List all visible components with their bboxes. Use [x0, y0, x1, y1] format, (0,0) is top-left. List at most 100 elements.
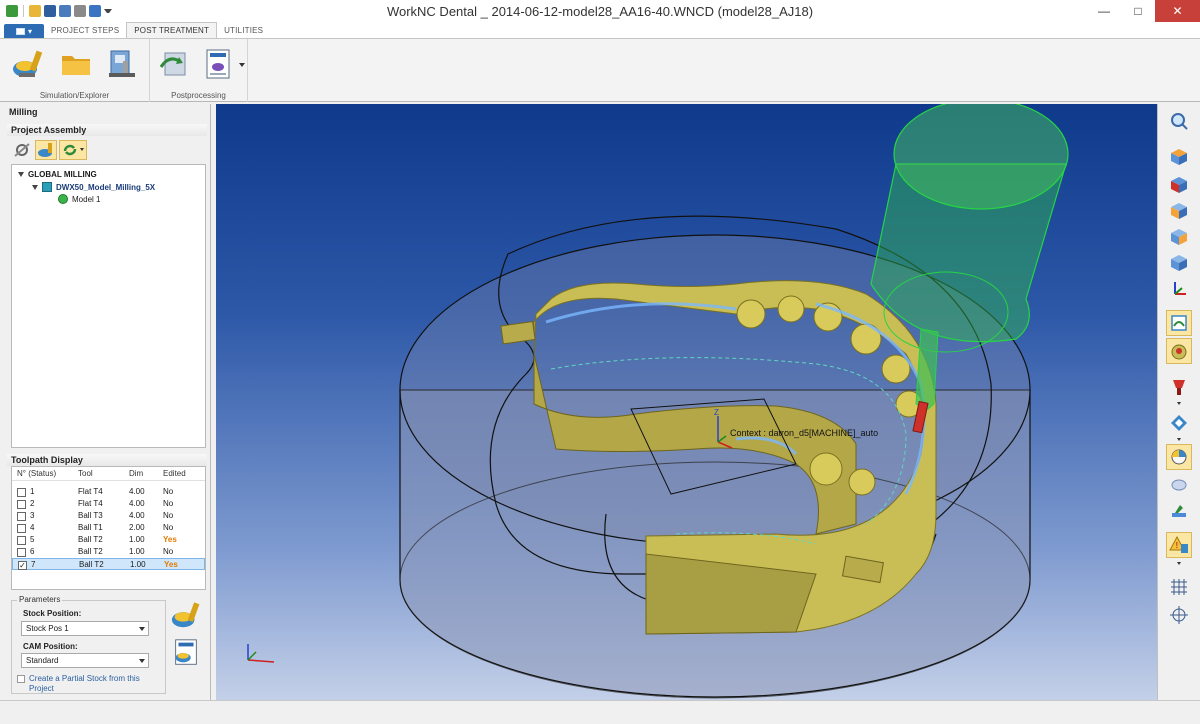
- stock-position-value: Stock Pos 1: [26, 624, 69, 633]
- recycle-icon: [63, 144, 84, 156]
- assembly-tool-dropdown-button[interactable]: [59, 140, 87, 160]
- row-number: 3: [30, 511, 35, 520]
- group-simulation-explorer: Simulation/Explorer: [0, 39, 150, 102]
- tab-project-steps[interactable]: PROJECT STEPS: [44, 22, 126, 38]
- view-iso-button[interactable]: [1166, 172, 1192, 198]
- expand-triangle-icon[interactable]: [18, 171, 24, 177]
- collision-dropdown-icon[interactable]: [1177, 562, 1181, 565]
- display-tool-button[interactable]: [1166, 374, 1192, 400]
- view-axes-button[interactable]: [1166, 276, 1192, 302]
- col-tool[interactable]: Tool: [78, 469, 93, 478]
- context-label: Context : datron_d5[MACHINE]_auto: [730, 428, 879, 438]
- toolpath-dropdown-icon[interactable]: [1177, 438, 1181, 441]
- assembly-tool-machine-button[interactable]: [35, 140, 57, 160]
- postprocess-button[interactable]: [156, 47, 192, 81]
- simulation-button[interactable]: [10, 47, 46, 81]
- row-checkbox[interactable]: [17, 500, 26, 509]
- display-clamp-button[interactable]: [1166, 498, 1192, 524]
- view-top-button[interactable]: [1166, 144, 1192, 170]
- app-check-icon[interactable]: [6, 5, 18, 17]
- table-row[interactable]: 4 Ball T1 2.00 No: [12, 522, 205, 534]
- row-checkbox[interactable]: [17, 548, 26, 557]
- open-folder-icon[interactable]: [29, 5, 41, 17]
- view-right-button[interactable]: [1166, 250, 1192, 276]
- postprocess-report-button[interactable]: [200, 47, 236, 81]
- minimize-button[interactable]: —: [1087, 0, 1121, 22]
- tool-explorer-button[interactable]: [104, 47, 140, 81]
- file-menu-icon: [15, 27, 25, 35]
- display-toolpath-button[interactable]: [1166, 410, 1192, 436]
- table-row[interactable]: 2 Flat T4 4.00 No: [12, 498, 205, 510]
- wrench-icon[interactable]: [74, 5, 86, 17]
- part-icon: [1171, 344, 1187, 360]
- table-row[interactable]: 3 Ball T3 4.00 No: [12, 510, 205, 522]
- row-checkbox[interactable]: [17, 512, 26, 521]
- table-row[interactable]: 6 Ball T2 1.00 No: [12, 546, 205, 558]
- help-icon[interactable]: [89, 5, 101, 17]
- run-report-button[interactable]: [168, 636, 204, 670]
- save-icon[interactable]: [44, 5, 56, 17]
- clamp-icon: [1172, 505, 1186, 517]
- display-machine-button[interactable]: [1166, 444, 1192, 470]
- view-left-button[interactable]: [1166, 224, 1192, 250]
- col-edited[interactable]: Edited: [163, 469, 186, 478]
- checkbox-box[interactable]: [17, 675, 25, 683]
- row-edited: No: [163, 511, 174, 520]
- collision-check-button[interactable]: !: [1166, 532, 1192, 558]
- tree-label-dwx50: DWX50_Model_Milling_5X: [56, 182, 156, 192]
- col-number-status[interactable]: N° (Status): [17, 469, 56, 478]
- assembly-tool-settings-button[interactable]: [11, 140, 33, 160]
- zoom-view-button[interactable]: [1166, 108, 1192, 134]
- row-number: 6: [30, 547, 35, 556]
- file-menu-button[interactable]: ▾: [4, 24, 44, 38]
- crosshair-icon: [1170, 606, 1188, 624]
- qat-dropdown-icon[interactable]: [104, 9, 112, 13]
- tab-post-treatment[interactable]: POST TREATMENT: [126, 22, 218, 38]
- row-checkbox[interactable]: ✓: [18, 561, 27, 570]
- tree-item-model-1[interactable]: Model 1: [58, 193, 100, 205]
- stock-position-select[interactable]: Stock Pos 1: [21, 621, 149, 636]
- postprocess-icon: [159, 52, 186, 76]
- axis-z-label: Z: [714, 408, 719, 417]
- tree-label-global-milling: GLOBAL MILLING: [28, 169, 97, 179]
- display-holder-button[interactable]: [1166, 472, 1192, 498]
- 3d-viewport[interactable]: Z Context : datron_d5[MACHINE]_auto: [216, 104, 1157, 700]
- cube-right-icon: [1171, 255, 1187, 271]
- table-row[interactable]: 5 Ball T2 1.00 Yes: [12, 534, 205, 546]
- run-simulation-button[interactable]: [168, 598, 204, 632]
- tooth: [736, 299, 766, 329]
- milling-scene[interactable]: Z: [216, 104, 1157, 700]
- crosshair-button[interactable]: [1166, 602, 1192, 628]
- status-bar: [0, 700, 1200, 724]
- partial-stock-label: Create a Partial Stock from this Project: [29, 674, 140, 693]
- grid-button[interactable]: [1166, 574, 1192, 600]
- cam-position-select[interactable]: Standard: [21, 653, 149, 668]
- explorer-button[interactable]: [58, 47, 94, 81]
- toolpath-icon: [1171, 415, 1187, 431]
- display-stock-button[interactable]: [1166, 310, 1192, 336]
- table-row[interactable]: ✓ 7 Ball T2 1.00 Yes: [12, 558, 205, 570]
- view-front-button[interactable]: [1166, 198, 1192, 224]
- window-title: WorkNC Dental _ 2014-06-12-model28_AA16-…: [386, 4, 814, 19]
- partial-stock-checkbox[interactable]: Create a Partial Stock from this Project: [17, 674, 157, 694]
- col-dim[interactable]: Dim: [129, 469, 143, 478]
- expand-triangle-icon[interactable]: [32, 184, 38, 190]
- tool-dropdown-icon[interactable]: [1177, 402, 1181, 405]
- tree-item-dwx50[interactable]: DWX50_Model_Milling_5X: [32, 181, 155, 193]
- report-dropdown-icon[interactable]: [239, 63, 245, 67]
- tab-utilities[interactable]: UTILITIES: [217, 22, 270, 38]
- row-checkbox[interactable]: [17, 536, 26, 545]
- parameters-legend: Parameters: [17, 595, 63, 604]
- chevron-down-icon: [139, 627, 145, 631]
- report-icon: [175, 639, 197, 665]
- row-dim: 4.00: [129, 499, 145, 508]
- save-as-icon[interactable]: [59, 5, 71, 17]
- row-checkbox[interactable]: [17, 524, 26, 533]
- maximize-button[interactable]: □: [1121, 0, 1155, 22]
- tree-item-global-milling[interactable]: GLOBAL MILLING: [18, 168, 97, 180]
- table-row[interactable]: 1 Flat T4 4.00 No: [12, 486, 205, 498]
- model-node-icon: [58, 194, 68, 204]
- display-part-button[interactable]: [1166, 338, 1192, 364]
- close-button[interactable]: ✕: [1155, 0, 1200, 22]
- row-checkbox[interactable]: [17, 488, 26, 497]
